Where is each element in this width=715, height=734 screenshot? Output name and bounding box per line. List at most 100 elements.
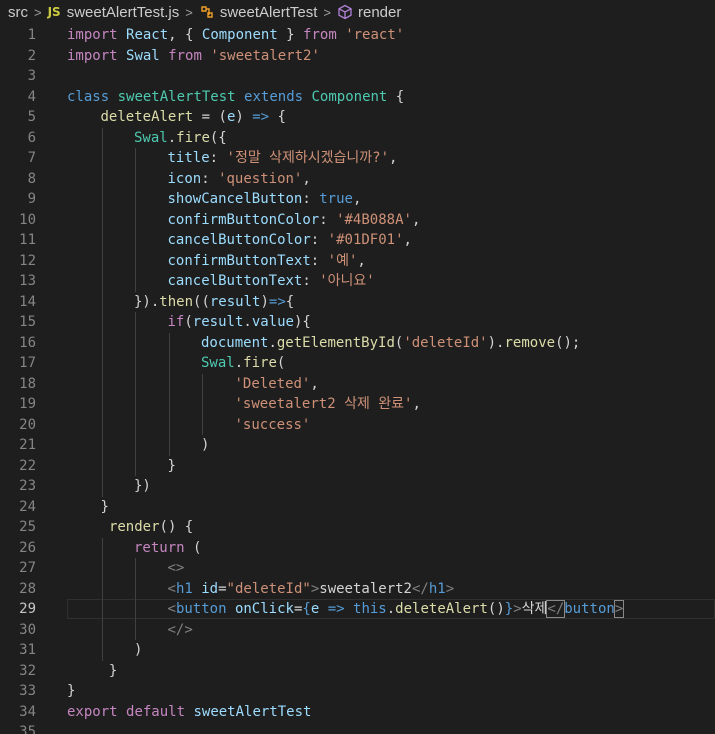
code-line[interactable]: 4 class sweetAlertTest extends Component …	[0, 87, 715, 108]
code-token: </	[546, 600, 566, 618]
code-token: showCancelButton	[167, 191, 303, 207]
code-token: cancelButtonText	[167, 273, 303, 289]
indent-guide	[101, 435, 103, 456]
indent-guide	[101, 291, 103, 312]
code-text: }	[168, 456, 176, 477]
indent-guide	[101, 230, 103, 251]
code-line[interactable]: 20 'success'	[0, 414, 715, 435]
code-line[interactable]: 34 export default sweetAlertTest	[0, 702, 715, 723]
code-line[interactable]: 13 cancelButtonText: '아니요'	[0, 271, 715, 292]
code-line[interactable]: 30 </>	[0, 619, 715, 640]
line-number: 10	[19, 211, 36, 228]
indent-guide	[135, 435, 136, 456]
code-token: confirmButtonColor	[167, 211, 320, 228]
code-line[interactable]: 9 showCancelButton: true,	[0, 189, 715, 210]
code-text: confirmButtonText: '예',	[168, 251, 366, 272]
code-line[interactable]: 21)	[0, 435, 715, 456]
code-line[interactable]: 35	[0, 722, 715, 734]
code-text: if(result.value){	[168, 312, 311, 333]
code-token: )	[260, 293, 269, 310]
code-text: }).then((result)=>{	[134, 292, 294, 313]
code-token: }	[167, 457, 176, 474]
code-token: 'sweetalert2 삭제 완료'	[234, 396, 413, 412]
code-line[interactable]: 16 document.getElementById('deleteId').re…	[0, 332, 715, 354]
code-line[interactable]: 18 'Deleted',	[0, 373, 715, 394]
code-token: button	[564, 601, 615, 617]
code-line[interactable]: 19 'sweetalert2 삭제 완료',	[0, 394, 715, 415]
code-line[interactable]: 26 return (	[0, 537, 715, 558]
code-line[interactable]: 32 }	[0, 661, 715, 682]
code-text: export default sweetAlertTest	[67, 702, 311, 723]
line-number: 9	[27, 191, 36, 207]
code-line[interactable]: 10 confirmButtonColor: '#4B088A',	[0, 209, 715, 230]
indent-guide	[101, 353, 103, 374]
indent-guide	[168, 435, 170, 456]
code-line[interactable]: 25 render() {	[0, 517, 715, 538]
code-token: }	[100, 662, 118, 679]
code-token: :	[302, 191, 320, 207]
code-line[interactable]: 8 icon: 'question',	[0, 168, 715, 189]
code-token: '#01DF01'	[327, 232, 404, 248]
code-token: title	[167, 150, 210, 166]
code-token: icon	[167, 170, 202, 187]
code-line[interactable]: 27 <>	[0, 558, 715, 579]
code-token: fire	[176, 129, 210, 146]
code-token: ()	[487, 601, 505, 617]
code-token: {	[302, 601, 311, 617]
code-token: Component	[201, 27, 278, 43]
code-line[interactable]: 3	[0, 66, 715, 87]
code-editor[interactable]: 1 import React, { Component } from 'react…	[0, 24, 715, 734]
line-number: 7	[27, 150, 36, 166]
indent-guide	[101, 168, 103, 189]
code-line[interactable]: 12 confirmButtonText: '예',	[0, 250, 715, 272]
line-number: 13	[19, 273, 36, 289]
code-line[interactable]: 31)	[0, 640, 715, 661]
code-token: ,	[310, 375, 319, 392]
code-line[interactable]: 17 Swal.fire(	[0, 353, 715, 374]
breadcrumb-class[interactable]: sweetAlertTest	[220, 4, 318, 21]
breadcrumb-file[interactable]: sweetAlertTest.js	[67, 4, 180, 21]
code-token: return	[134, 539, 185, 556]
code-token: '정말 삭제하시겠습니까?'	[226, 150, 390, 166]
code-line[interactable]: 2 import Swal from 'sweetalert2'	[0, 46, 715, 67]
code-token: '예'	[327, 252, 358, 269]
line-number: 8	[27, 170, 36, 187]
code-line[interactable]: 5 deleteAlert = (e) => {	[0, 107, 715, 128]
code-line[interactable]: 28 <h1 id="deleteId">sweetalert2</h1>	[0, 578, 715, 599]
code-line[interactable]: 24}	[0, 497, 715, 518]
code-token: deleteAlert	[100, 109, 194, 125]
code-line[interactable]: 11 cancelButtonColor: '#01DF01',	[0, 230, 715, 251]
code-line[interactable]: 1 import React, { Component } from 'react…	[0, 25, 715, 46]
code-line[interactable]: 23})	[0, 476, 715, 497]
code-token: </	[411, 580, 429, 597]
code-text: })	[134, 476, 151, 497]
code-token: ,	[403, 232, 412, 248]
indent-guide	[101, 619, 103, 640]
code-line[interactable]: 15 if(result.value){	[0, 312, 715, 333]
indent-guide	[135, 148, 136, 169]
code-line[interactable]: 33}	[0, 681, 715, 702]
line-number: 3	[27, 68, 36, 84]
code-token: )	[134, 642, 143, 658]
breadcrumb-method[interactable]: render	[358, 4, 401, 21]
code-token: React	[126, 27, 169, 43]
code-line[interactable]: 29 <button onClick={e => this.deleteAlert…	[0, 599, 715, 620]
code-text: document.getElementById('deleteId').remo…	[201, 333, 580, 354]
code-token: ,	[412, 396, 421, 412]
breadcrumb-folder[interactable]: src	[8, 4, 28, 21]
code-line[interactable]: 6 Swal.fire({	[0, 127, 715, 149]
code-line[interactable]: 22}	[0, 455, 715, 477]
line-number: 17	[19, 355, 36, 371]
code-line[interactable]: 7 title: '정말 삭제하시겠습니까?',	[0, 148, 715, 169]
indent-guide	[202, 394, 203, 415]
code-token: }	[100, 498, 109, 515]
code-line[interactable]: 14}).then((result)=>{	[0, 291, 715, 313]
indent-guide	[202, 414, 203, 435]
code-token: .	[268, 334, 277, 351]
code-token: then	[159, 293, 194, 310]
line-number: 28	[19, 580, 36, 597]
chevron-right-icon: >	[185, 4, 193, 20]
code-text: Swal.fire({	[134, 128, 227, 149]
